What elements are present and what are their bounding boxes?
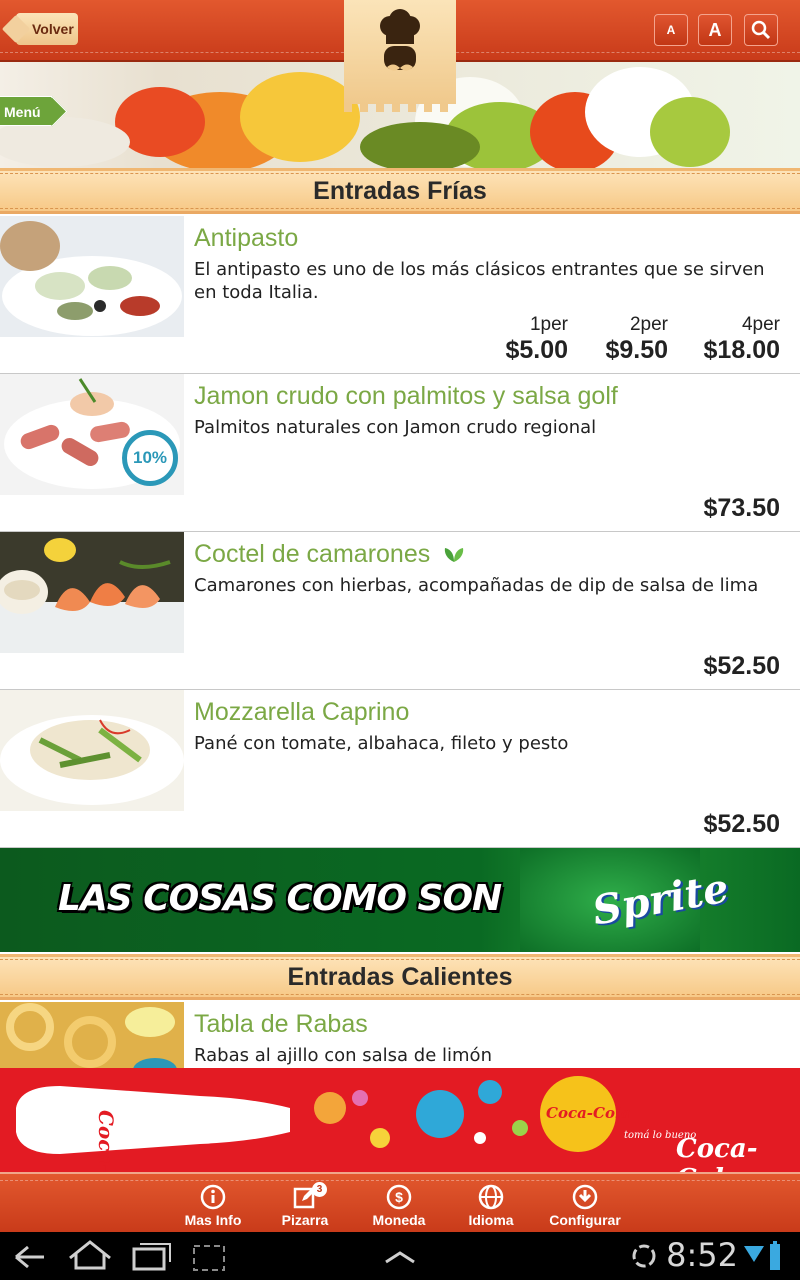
coke-circle-logo: Coca-Cola bbox=[546, 1104, 631, 1122]
item-title: Antipasto bbox=[194, 224, 299, 252]
screenshot-icon bbox=[193, 1245, 225, 1271]
item-title: Jamon crudo con palmitos y salsa golf bbox=[194, 382, 618, 410]
currency-icon: $ bbox=[386, 1184, 412, 1210]
price-value: $5.00 bbox=[505, 336, 568, 364]
info-icon bbox=[200, 1184, 226, 1210]
item-description: Palmitos naturales con Jamon crudo regio… bbox=[194, 417, 597, 438]
coke-logo: Coca-Cola bbox=[676, 1134, 758, 1172]
price-option-4per[interactable]: 4per $18.00 bbox=[704, 314, 780, 365]
portion-label: 1per bbox=[529, 314, 568, 335]
section-header-cold: Entradas Frías bbox=[0, 168, 800, 214]
font-increase-button[interactable]: A bbox=[698, 14, 732, 46]
pizarra-button[interactable]: 3 Pizarra bbox=[260, 1182, 350, 1228]
item-title: Mozzarella Caprino bbox=[194, 698, 410, 726]
coke-bottle-logo: Coca-Cola bbox=[94, 1110, 118, 1172]
back-nav-icon bbox=[15, 1245, 44, 1269]
item-price[interactable]: $73.50 bbox=[704, 494, 780, 523]
menu-item[interactable]: Mozzarella Caprino Pané con tomate, alba… bbox=[0, 690, 800, 848]
item-title-text: Coctel de camarones bbox=[194, 540, 431, 568]
ad-slogan: LAS COSAS COMO SON bbox=[58, 878, 502, 919]
bottom-toolbar: Mas Info 3 Pizarra $ Moneda Idioma Confi… bbox=[0, 1172, 800, 1232]
download-icon bbox=[572, 1184, 598, 1210]
menu-item[interactable]: 10% Jamon crudo con palmitos y salsa gol… bbox=[0, 374, 800, 532]
notification-badge: 3 bbox=[312, 1182, 327, 1197]
logo-badge bbox=[344, 0, 456, 112]
price-option-1per[interactable]: 1per $5.00 bbox=[505, 314, 568, 365]
dish-image: 10% bbox=[0, 374, 184, 495]
back-button[interactable]: Volver bbox=[16, 13, 78, 45]
mas-info-button[interactable]: Mas Info bbox=[168, 1184, 258, 1228]
item-description: El antipasto es uno de los más clásicos … bbox=[194, 259, 765, 303]
pizarra-label: Pizarra bbox=[281, 1212, 329, 1228]
dish-image bbox=[0, 532, 184, 653]
item-description: Camarones con hierbas, acompañadas de di… bbox=[194, 575, 759, 596]
menu-item[interactable]: Antipasto El antipasto es uno de los más… bbox=[0, 216, 800, 374]
chevron-up-icon bbox=[385, 1251, 415, 1264]
coca-cola-ad-banner[interactable]: Coca-Cola Coca-Cola tomá lo bueno Coca-C… bbox=[0, 1068, 800, 1172]
portion-label: 4per bbox=[741, 314, 780, 335]
discount-badge: 10% bbox=[122, 430, 178, 486]
search-button[interactable] bbox=[744, 14, 778, 46]
configurar-label: Configurar bbox=[549, 1212, 621, 1228]
mas-info-label: Mas Info bbox=[184, 1212, 242, 1228]
menu-item[interactable]: Tabla de Rabas Rabas al ajillo con salsa… bbox=[0, 1002, 800, 1072]
item-title: Coctel de camarones bbox=[194, 540, 465, 569]
item-price[interactable]: $52.50 bbox=[704, 810, 780, 839]
globe-icon bbox=[478, 1184, 504, 1210]
moneda-button[interactable]: $ Moneda bbox=[354, 1184, 444, 1228]
section-header-hot: Entradas Calientes bbox=[0, 954, 800, 1000]
item-title: Tabla de Rabas bbox=[194, 1010, 368, 1038]
dish-image bbox=[0, 690, 184, 811]
font-decrease-button[interactable]: A bbox=[654, 14, 688, 46]
back-button-label: Volver bbox=[32, 21, 74, 37]
price-value: $18.00 bbox=[703, 336, 780, 364]
menu-tab[interactable]: Menú bbox=[0, 96, 52, 126]
battery-icon bbox=[770, 1241, 780, 1270]
item-description: Pané con tomate, albahaca, fileto y pest… bbox=[194, 733, 569, 754]
sprite-ad-banner[interactable]: LAS COSAS COMO SON Sprite bbox=[0, 848, 800, 952]
home-nav-icon bbox=[69, 1240, 111, 1270]
portion-label: 2per bbox=[629, 314, 668, 335]
idioma-label: Idioma bbox=[468, 1212, 514, 1228]
dish-image bbox=[0, 216, 184, 337]
configurar-button[interactable]: Configurar bbox=[540, 1184, 630, 1228]
leaf-icon bbox=[445, 548, 464, 563]
clock: 8:52 bbox=[666, 1236, 738, 1274]
menu-item[interactable]: Coctel de camarones Camarones con hierba… bbox=[0, 532, 800, 690]
chef-icon bbox=[380, 9, 420, 71]
price-option-2per[interactable]: 2per $9.50 bbox=[605, 314, 668, 365]
item-description: Rabas al ajillo con salsa de limón bbox=[194, 1045, 492, 1066]
search-icon bbox=[751, 20, 771, 40]
svg-text:$: $ bbox=[395, 1189, 403, 1205]
price-value: $9.50 bbox=[605, 336, 668, 364]
idioma-button[interactable]: Idioma bbox=[446, 1184, 536, 1228]
recent-apps-icon bbox=[132, 1243, 171, 1271]
dish-image bbox=[0, 1002, 184, 1072]
moneda-label: Moneda bbox=[372, 1212, 426, 1228]
wifi-icon bbox=[744, 1246, 764, 1262]
item-price[interactable]: $52.50 bbox=[704, 652, 780, 681]
system-navigation-bar: 8:52 bbox=[0, 1232, 800, 1280]
menu-tab-label: Menú bbox=[4, 104, 41, 120]
recycle-icon bbox=[632, 1244, 656, 1268]
